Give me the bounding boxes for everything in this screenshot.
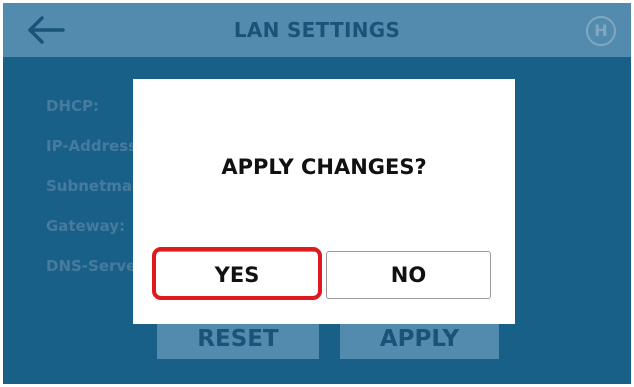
confirm-dialog: APPLY CHANGES? YES NO (133, 79, 515, 324)
no-button[interactable]: NO (326, 251, 491, 299)
lan-settings-screen: LAN SETTINGS H DHCP: IP-Address Subnetma… (3, 3, 631, 384)
yes-button[interactable]: YES (155, 251, 319, 299)
dialog-title: APPLY CHANGES? (221, 155, 427, 179)
